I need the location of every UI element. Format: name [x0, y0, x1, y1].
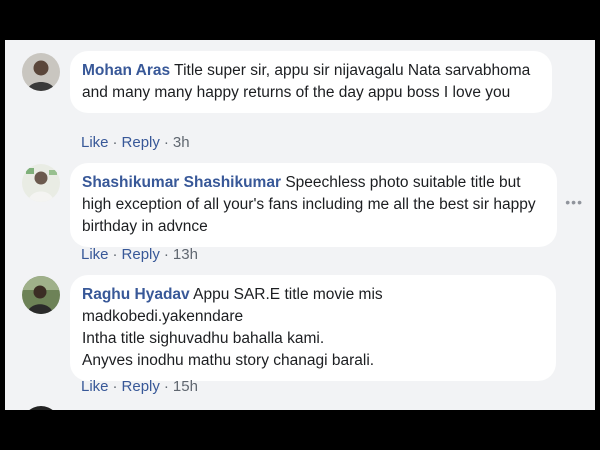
- comment-bubble: Mohan Aras Title super sir, appu sir nij…: [70, 51, 552, 113]
- comment-author[interactable]: Mohan Aras: [82, 62, 170, 79]
- avatar[interactable]: [22, 53, 60, 91]
- comment-author[interactable]: Raghu Hyadav: [82, 286, 190, 303]
- comment-bubble: Shashikumar Shashikumar Speechless photo…: [70, 163, 557, 247]
- more-options-icon[interactable]: •••: [565, 194, 583, 210]
- comment-author[interactable]: Shashikumar Shashikumar: [82, 174, 281, 191]
- comment-actions: Like · Reply · 15h: [81, 378, 198, 395]
- comment-text-line: Intha title sighuvadhu bahalla kami.: [82, 330, 325, 347]
- comment-bubble: Raghu Hyadav Appu SAR.E title movie mis …: [70, 275, 556, 381]
- avatar[interactable]: [22, 406, 60, 410]
- like-button[interactable]: Like: [81, 134, 109, 151]
- comment-time[interactable]: 13h: [173, 246, 198, 263]
- comment-text-line: madkobedi.yakenndare: [82, 308, 244, 325]
- comments-panel: Mohan Aras Title super sir, appu sir nij…: [5, 40, 595, 410]
- reply-button[interactable]: Reply: [122, 246, 160, 263]
- like-button[interactable]: Like: [81, 378, 109, 395]
- reply-button[interactable]: Reply: [122, 134, 160, 151]
- comment-time[interactable]: 15h: [173, 378, 198, 395]
- comment-actions: Like · Reply · 3h: [81, 134, 190, 151]
- comment-text-line: Appu SAR.E title movie mis: [193, 286, 383, 303]
- avatar[interactable]: [22, 164, 60, 202]
- like-button[interactable]: Like: [81, 246, 109, 263]
- comment-time[interactable]: 3h: [173, 134, 190, 151]
- reply-button[interactable]: Reply: [122, 378, 160, 395]
- comment-text-line: Anyves inodhu mathu story chanagi barali…: [82, 352, 375, 369]
- comment-actions: Like · Reply · 13h: [81, 246, 198, 263]
- avatar[interactable]: [22, 276, 60, 314]
